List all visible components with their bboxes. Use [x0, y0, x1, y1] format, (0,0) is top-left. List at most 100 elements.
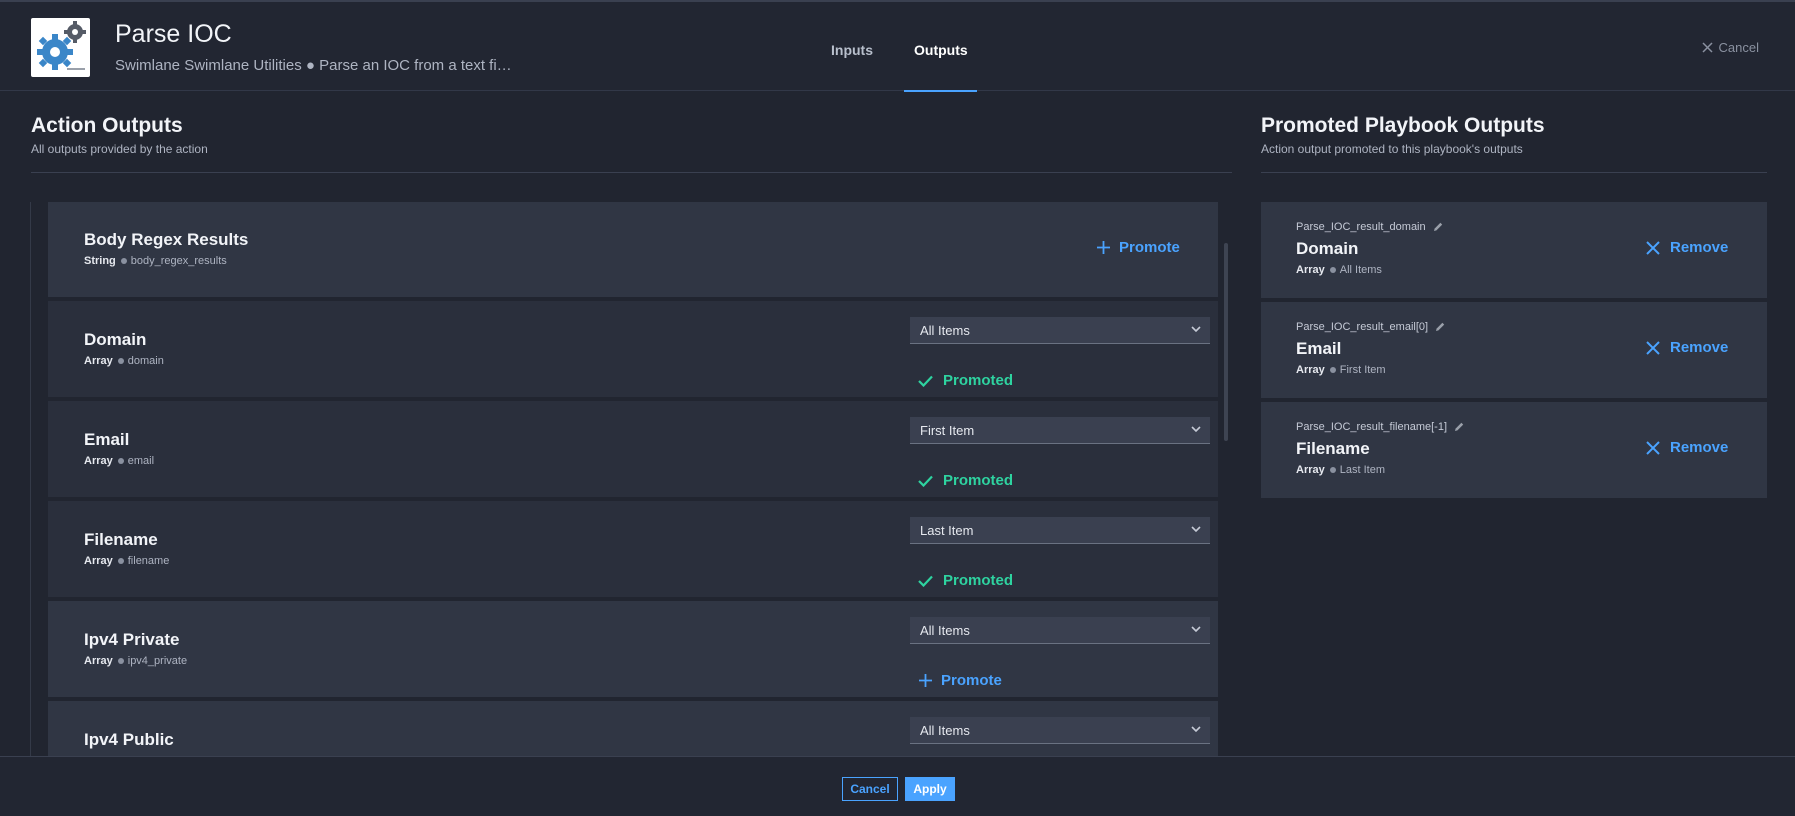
promoted-status: Promoted [918, 472, 1013, 489]
promoted-name: Domain [1296, 239, 1359, 258]
promoted-label: Promoted [943, 372, 1014, 389]
cancel-button[interactable]: Cancel [842, 777, 898, 801]
plus-icon [1097, 241, 1110, 254]
output-card-domain: Domain Array domain All Items Promoted [48, 301, 1218, 397]
header-bar: Parse IOC Swimlane Swimlane Utilities ● … [0, 0, 1795, 92]
output-name: Filename [84, 530, 158, 549]
item-mode-select[interactable]: Last Item [910, 517, 1210, 544]
output-meta: Array domain [84, 355, 164, 367]
select-value: First Item [920, 423, 975, 438]
remove-label: Remove [1670, 439, 1729, 456]
dot-icon [1329, 366, 1336, 373]
output-card-ipv4-public: Ipv4 Public All Items [48, 701, 1218, 756]
header-cancel-button[interactable]: Cancel [1702, 40, 1759, 55]
output-type: Array [84, 655, 113, 667]
dot-icon [117, 357, 124, 364]
gear-icon [31, 18, 90, 77]
remove-button[interactable]: Remove [1646, 239, 1728, 256]
close-icon [1646, 440, 1660, 455]
remove-button[interactable]: Remove [1646, 439, 1728, 456]
promoted-outputs-subtitle: Action output promoted to this playbook'… [1261, 142, 1523, 156]
promote-button[interactable]: Promote [1096, 239, 1180, 256]
item-mode-select[interactable]: First Item [910, 417, 1210, 444]
dot-icon [120, 257, 127, 264]
output-key: domain [127, 355, 164, 367]
output-meta: Array ipv4_private [84, 655, 187, 667]
page-title: Parse IOC [115, 20, 232, 48]
promoted-type: Array [1296, 264, 1325, 276]
output-key: body_regex_results [130, 255, 227, 267]
select-value: All Items [920, 723, 970, 738]
apply-button[interactable]: Apply [905, 777, 955, 801]
promoted-key-label: Parse_IOC_result_domain [1296, 221, 1426, 233]
check-icon [918, 375, 933, 387]
close-icon [1646, 340, 1660, 355]
header-cancel-label: Cancel [1718, 40, 1759, 55]
output-card-body-regex-results: Body Regex Results String body_regex_resu… [48, 202, 1218, 297]
active-tab-indicator [904, 90, 977, 92]
output-type: Array [84, 455, 113, 467]
footer-bar: Cancel Apply [0, 756, 1795, 816]
output-meta: Array email [84, 455, 154, 467]
select-value: Last Item [920, 523, 974, 538]
output-card-ipv4-private: Ipv4 Private Array ipv4_private All Items… [48, 601, 1218, 697]
action-outputs-subtitle: All outputs provided by the action [31, 142, 208, 156]
promoted-outputs-title: Promoted Playbook Outputs [1261, 114, 1545, 137]
remove-button[interactable]: Remove [1646, 339, 1728, 356]
output-type: String [84, 255, 116, 267]
promote-button[interactable]: Promote [918, 672, 1002, 689]
page-subtitle: Swimlane Swimlane Utilities ● Parse an I… [115, 57, 512, 74]
promoted-card-filename: Parse_IOC_result_filename[-1] Filename A… [1261, 402, 1767, 498]
promoted-key: Parse_IOC_result_email[0] [1296, 321, 1446, 333]
pencil-icon[interactable] [1432, 221, 1444, 233]
list-track [30, 202, 31, 756]
promoted-card-email: Parse_IOC_result_email[0] Email Array Fir… [1261, 302, 1767, 398]
tab-inputs[interactable]: Inputs [831, 42, 873, 58]
promote-label: Promote [941, 672, 1002, 689]
output-key: filename [127, 555, 170, 567]
promoted-mode: Last Item [1339, 464, 1385, 476]
promoted-status: Promoted [918, 372, 1013, 389]
promoted-key-label: Parse_IOC_result_filename[-1] [1296, 421, 1448, 433]
output-type: Array [84, 555, 113, 567]
promoted-name: Email [1296, 339, 1342, 358]
promoted-mode: All Items [1339, 264, 1382, 276]
output-card-email: Email Array email First Item Promoted [48, 401, 1218, 497]
output-name: Body Regex Results [84, 230, 249, 249]
promoted-name: Filename [1296, 439, 1370, 458]
promoted-label: Promoted [943, 472, 1014, 489]
output-card-filename: Filename Array filename Last Item Promote… [48, 501, 1218, 597]
output-key: email [127, 455, 155, 467]
output-name: Email [84, 430, 130, 449]
select-value: All Items [920, 323, 970, 338]
pencil-icon[interactable] [1434, 321, 1446, 333]
output-meta: Array filename [84, 555, 169, 567]
promoted-key-label: Parse_IOC_result_email[0] [1296, 321, 1429, 333]
item-mode-select[interactable]: All Items [910, 317, 1210, 344]
promoted-label: Promoted [943, 572, 1014, 589]
promoted-type: Array [1296, 464, 1325, 476]
item-mode-select[interactable]: All Items [910, 617, 1210, 644]
list-scrollbar[interactable] [1224, 243, 1228, 441]
promote-label: Promote [1119, 239, 1180, 256]
close-icon [1702, 42, 1713, 53]
divider [1261, 172, 1767, 173]
promoted-key: Parse_IOC_result_filename[-1] [1296, 421, 1465, 433]
promoted-type: Array [1296, 364, 1325, 376]
promoted-mode: First Item [1339, 364, 1386, 376]
tab-outputs[interactable]: Outputs [914, 42, 968, 58]
dot-icon [117, 457, 124, 464]
promoted-meta: Array Last Item [1296, 464, 1385, 476]
dot-icon [1329, 466, 1336, 473]
dot-icon [117, 657, 124, 664]
promoted-key: Parse_IOC_result_domain [1296, 221, 1444, 233]
chevron-down-icon [1191, 426, 1201, 433]
promoted-meta: Array First Item [1296, 364, 1386, 376]
item-mode-select[interactable]: All Items [910, 717, 1210, 744]
promoted-status: Promoted [918, 572, 1013, 589]
action-outputs-title: Action Outputs [31, 114, 183, 137]
pencil-icon[interactable] [1453, 421, 1465, 433]
promoted-card-domain: Parse_IOC_result_domain Domain Array All … [1261, 202, 1767, 298]
output-type: Array [84, 355, 113, 367]
check-icon [918, 475, 933, 487]
